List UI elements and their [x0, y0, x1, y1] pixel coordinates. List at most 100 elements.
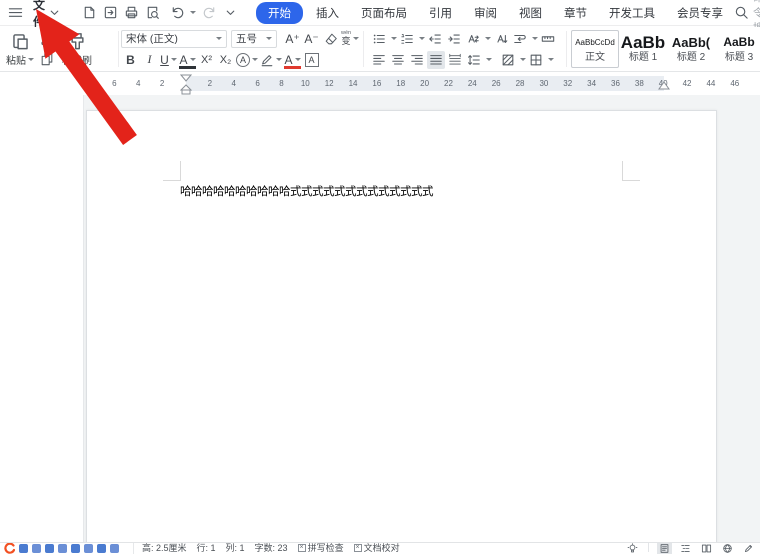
page-view-icon[interactable]	[657, 543, 672, 554]
justify-icon[interactable]	[427, 51, 445, 69]
wps-logo[interactable]	[2, 543, 15, 554]
copy-icon[interactable]	[40, 52, 54, 66]
print-preview-icon[interactable]	[145, 3, 160, 23]
text-effect-button[interactable]: A	[235, 51, 259, 69]
font-name-select[interactable]: 宋体 (正文)	[121, 30, 227, 48]
tab-章节[interactable]: 章节	[555, 2, 596, 24]
web-view-icon[interactable]	[720, 543, 735, 554]
status-app-icon[interactable]	[45, 544, 54, 553]
spell-check-toggle[interactable]: ×拼写检查	[298, 543, 344, 554]
clear-format-icon[interactable]	[321, 30, 340, 48]
status-app-icon[interactable]	[71, 544, 80, 553]
spellcheck-checkbox-icon: ×	[298, 544, 306, 552]
tab-引用[interactable]: 引用	[420, 2, 461, 24]
column-info: 列: 1	[226, 543, 245, 554]
line-spacing-icon[interactable]	[465, 51, 483, 69]
status-app-icon[interactable]	[19, 544, 28, 553]
numbered-list-icon[interactable]	[398, 30, 416, 48]
print-icon[interactable]	[124, 3, 139, 23]
decrease-indent-icon[interactable]	[426, 30, 444, 48]
word-count[interactable]: 字数: 23	[255, 543, 288, 554]
pinyin-guide-icon: wén 变	[341, 31, 351, 46]
highlight-button[interactable]	[259, 51, 283, 69]
font-size-select[interactable]: 五号	[231, 30, 277, 48]
increase-indent-icon[interactable]	[445, 30, 463, 48]
tab-插入[interactable]: 插入	[307, 2, 348, 24]
cut-icon[interactable]	[40, 32, 54, 46]
wrap-icon[interactable]	[511, 30, 529, 48]
ruler-tick: 22	[444, 79, 453, 88]
char-scale-icon[interactable]	[464, 30, 482, 48]
proofing-checkbox-icon: ×	[354, 544, 362, 552]
bullet-list-icon[interactable]	[370, 30, 388, 48]
decrease-font-button[interactable]: A⁻	[302, 30, 321, 48]
borders-icon[interactable]	[527, 51, 545, 69]
paragraph-group	[364, 27, 566, 71]
multipage-view-icon[interactable]	[699, 543, 714, 554]
cut-copy-column	[40, 32, 54, 66]
paste-button[interactable]: 粘贴	[6, 32, 34, 67]
font-color-button[interactable]: A	[283, 51, 302, 69]
style-标题 1[interactable]: AaBb标题 1	[619, 30, 667, 68]
char-border-button[interactable]: A	[178, 51, 197, 69]
format-painter-button[interactable]: 格式刷	[62, 32, 92, 67]
doc-proofing-toggle[interactable]: ×文档校对	[354, 543, 400, 554]
status-app-icon[interactable]	[84, 544, 93, 553]
pinyin-guide-button[interactable]: wén 变	[340, 30, 360, 48]
eye-protect-icon[interactable]	[625, 543, 640, 554]
ruler-tick: 20	[420, 79, 429, 88]
ruler-tick: 28	[516, 79, 525, 88]
redo-icon[interactable]	[202, 3, 217, 23]
char-shading-button[interactable]: A	[302, 51, 321, 69]
underline-button[interactable]: U	[159, 51, 178, 69]
hamburger-icon[interactable]	[8, 3, 23, 23]
status-app-icon[interactable]	[32, 544, 41, 553]
style-正文[interactable]: AaBbCcDd正文	[571, 30, 619, 68]
ruler-tick: 42	[683, 79, 692, 88]
shading-icon[interactable]	[499, 51, 517, 69]
horizontal-ruler[interactable]: 6422468101214161820222426283032343638404…	[0, 72, 760, 95]
tab-视图[interactable]: 视图	[510, 2, 551, 24]
ruler-tick: 32	[563, 79, 572, 88]
left-indent-marker[interactable]	[180, 74, 192, 96]
distribute-icon[interactable]	[446, 51, 464, 69]
outline-view-icon[interactable]	[678, 543, 693, 554]
style-标题 3[interactable]: AaBb标题 3	[715, 30, 760, 68]
height-info: 高: 2.5厘米	[142, 543, 187, 554]
ruler-icon[interactable]	[539, 30, 557, 48]
new-doc-icon[interactable]	[82, 3, 97, 23]
undo-dropdown-caret[interactable]	[190, 11, 196, 14]
style-标题 2[interactable]: AaBb(标题 2	[667, 30, 715, 68]
file-menu[interactable]: 文件	[29, 0, 62, 30]
align-left-icon[interactable]	[370, 51, 388, 69]
tab-开发工具[interactable]: 开发工具	[600, 2, 664, 24]
italic-button[interactable]: I	[140, 51, 159, 69]
undo-button[interactable]	[166, 3, 196, 23]
tab-页面布局[interactable]: 页面布局	[352, 2, 416, 24]
ruler-tick: 6	[112, 79, 116, 88]
font-name-value: 宋体 (正文)	[126, 31, 178, 46]
right-indent-marker[interactable]	[658, 81, 670, 91]
ruler-tick: 34	[587, 79, 596, 88]
status-app-icon[interactable]	[58, 544, 67, 553]
tab-开始[interactable]: 开始	[256, 2, 303, 24]
document-text[interactable]: 哈哈哈哈哈哈哈哈哈哈式式式式式式式式式式式式式	[180, 183, 433, 199]
status-app-icon[interactable]	[110, 544, 119, 553]
sort-text-icon[interactable]	[492, 30, 510, 48]
increase-font-button[interactable]: A⁺	[283, 30, 302, 48]
export-icon[interactable]	[103, 3, 118, 23]
subscript-button[interactable]: X₂	[216, 51, 235, 69]
align-right-icon[interactable]	[408, 51, 426, 69]
status-app-icon[interactable]	[97, 544, 106, 553]
tab-审阅[interactable]: 审阅	[465, 2, 506, 24]
ink-pen-icon[interactable]	[741, 543, 756, 554]
tab-会员专享[interactable]: 会员专享	[668, 2, 732, 24]
search-icon	[734, 5, 749, 20]
bold-button[interactable]: B	[121, 51, 140, 69]
document-page[interactable]: 哈哈哈哈哈哈哈哈哈哈式式式式式式式式式式式式式	[86, 110, 717, 544]
toolbar-more-icon[interactable]	[223, 3, 238, 23]
align-center-icon[interactable]	[389, 51, 407, 69]
ruler-tick: 18	[396, 79, 405, 88]
superscript-button[interactable]: X²	[197, 51, 216, 69]
ruler-tick: 24	[468, 79, 477, 88]
